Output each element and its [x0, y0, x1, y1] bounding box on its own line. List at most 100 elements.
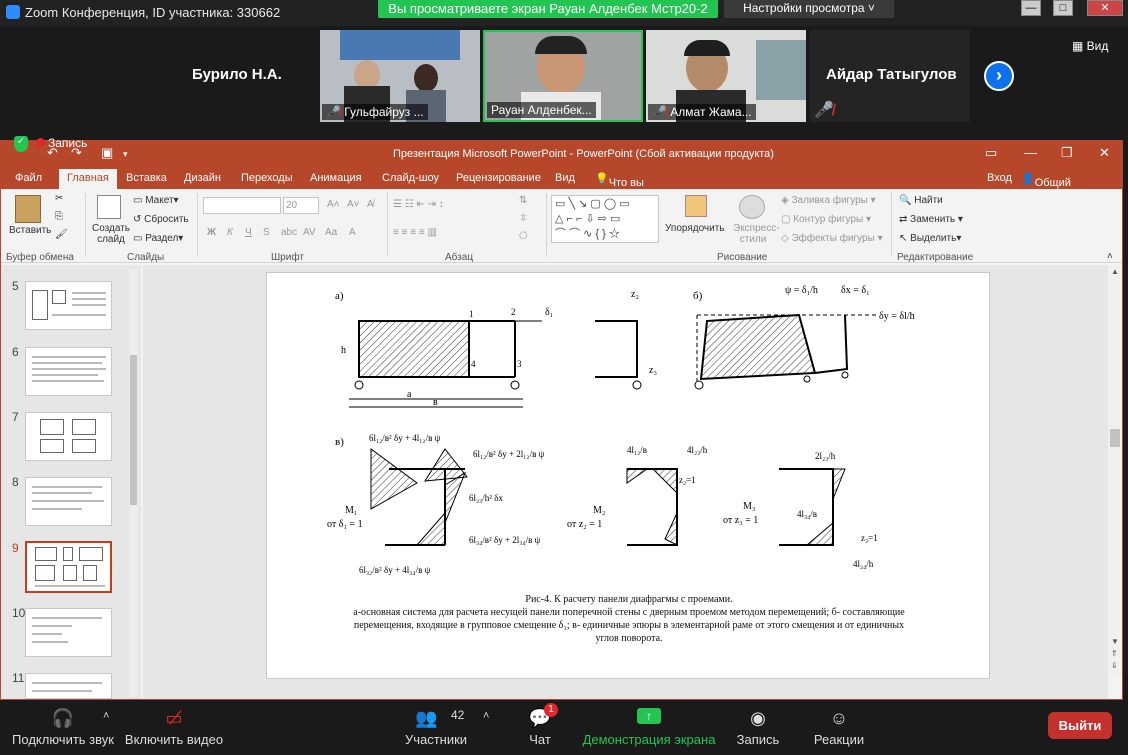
arrange-button[interactable]: Упорядочить — [665, 223, 725, 234]
tab-file[interactable]: Файл — [15, 172, 42, 184]
smartart-icon[interactable]: ⎔ — [519, 231, 528, 242]
tab-home[interactable]: Главная — [59, 169, 117, 189]
video-tile-active-speaker[interactable]: Рауан Алденбек... — [483, 30, 643, 122]
maximize-icon[interactable]: □ — [1053, 0, 1073, 16]
tell-me-box[interactable]: 💡 Что вы хотите сделать? — [595, 172, 656, 213]
next-page-arrow-icon[interactable]: › — [984, 61, 1014, 91]
slide-thumbnail[interactable] — [25, 412, 112, 461]
section-button[interactable]: ▭ Раздел▾ — [133, 233, 183, 244]
paste-icon[interactable] — [15, 195, 41, 223]
ppt-close-icon[interactable]: ✕ — [1099, 145, 1110, 161]
participants-button[interactable]: 👥 42 Участники — [396, 700, 476, 755]
scroll-up-icon[interactable]: ▲ — [1111, 267, 1119, 276]
text-direction-icon[interactable]: ⇅ — [519, 195, 527, 206]
ppt-restore-icon[interactable]: ❐ — [1061, 145, 1073, 161]
new-slide-icon[interactable] — [97, 195, 121, 219]
format-painter-icon[interactable]: 🖌 — [55, 229, 68, 240]
find-button[interactable]: 🔍 Найти — [899, 195, 943, 206]
font-color-icon[interactable]: A — [349, 227, 356, 238]
font-size-input[interactable]: 20 — [283, 197, 319, 214]
underline-icon[interactable]: Ч — [245, 227, 252, 238]
char-spacing-icon[interactable]: AV — [303, 227, 316, 238]
decrease-font-icon[interactable]: A˅ — [347, 199, 360, 210]
scroll-thumb[interactable] — [1110, 429, 1120, 447]
copy-icon[interactable]: ⎘ — [55, 211, 63, 222]
tab-view[interactable]: Вид — [555, 172, 575, 184]
paste-button[interactable]: Вставить — [9, 225, 51, 236]
audio-options-chevron-icon[interactable]: ˄ — [103, 710, 109, 722]
participants-options-chevron-icon[interactable]: ˄ — [483, 710, 489, 722]
recording-indicator[interactable]: Запись — [36, 136, 87, 150]
shapes-gallery[interactable]: ▭ ╲ ↘ ▢ ◯ ▭ △ ⌐ ⌐ ⇩ ⇨ ▭ ⌒ ⌒ ∿ { } ☆ — [551, 195, 659, 243]
bold-icon[interactable]: Ж — [207, 227, 216, 238]
participant-tile[interactable]: Айдар Татыгулов 🎤̸ — [810, 30, 970, 122]
font-name-input[interactable] — [203, 197, 281, 214]
record-button[interactable]: ◉ Запись — [732, 700, 784, 755]
leave-button[interactable]: Выйти — [1048, 712, 1112, 739]
align-icons[interactable]: ≡ ≡ ≡ ≡ ▥ — [393, 227, 437, 238]
cut-icon[interactable]: ✂ — [55, 193, 63, 204]
collapse-ribbon-icon[interactable]: ˄ — [1107, 251, 1113, 262]
shape-effects-button[interactable]: ◇ Эффекты фигуры ▾ — [781, 233, 883, 244]
view-button[interactable]: ▦ Вид — [1072, 39, 1108, 53]
share-button[interactable]: 👤 Общий доступ — [1021, 172, 1071, 201]
chat-button[interactable]: 💬 1 Чат — [514, 700, 566, 755]
tab-transitions[interactable]: Переходы — [241, 172, 293, 184]
tab-insert[interactable]: Вставка — [126, 172, 167, 184]
ppt-minimize-icon[interactable]: — — [1024, 145, 1037, 160]
scroll-down-icon[interactable]: ▼ — [1111, 637, 1119, 646]
shadow-icon[interactable]: S — [263, 227, 270, 238]
bullets-icon[interactable]: ☰ ☷ ⇤ ⇥ ↕ — [393, 199, 444, 210]
slide-number: 10 — [12, 606, 26, 620]
shape-fill-button[interactable]: ◈ Заливка фигуры ▾ — [781, 195, 876, 206]
slides-pane-scrollbar[interactable] — [129, 269, 138, 697]
join-audio-button[interactable]: 🎧 Подключить звук — [8, 700, 118, 755]
slide-thumbnail[interactable] — [25, 477, 112, 526]
tab-slideshow[interactable]: Слайд-шоу — [382, 172, 439, 184]
ribbon-display-icon[interactable]: ▭ — [985, 145, 997, 161]
increase-font-icon[interactable]: A˄ — [327, 199, 340, 210]
reactions-button[interactable]: ☺ Реакции — [808, 700, 870, 755]
video-tile[interactable]: 🎤̸ Гульфайруз ... — [320, 30, 480, 122]
close-icon[interactable]: ✕ — [1087, 0, 1123, 16]
start-slideshow-icon[interactable]: ▣ — [101, 145, 113, 161]
tab-design[interactable]: Дизайн — [184, 172, 221, 184]
reset-button[interactable]: ↺ Сбросить — [133, 214, 189, 225]
strikethrough-icon[interactable]: abc — [281, 227, 297, 238]
shape-outline-button[interactable]: ▢ Контур фигуры ▾ — [781, 214, 871, 225]
start-video-button[interactable]: ▭̸ Включить видео — [122, 700, 226, 755]
video-tile[interactable]: 🎤̸ Алмат Жама... — [646, 30, 806, 122]
editor-scrollbar[interactable]: ▲ ▼ ⇑ ⇓ — [1108, 265, 1122, 675]
slide-thumbnail-selected[interactable] — [25, 541, 112, 593]
slide-thumbnail[interactable] — [25, 281, 112, 330]
new-slide-button[interactable]: Создать слайд — [91, 223, 131, 245]
headphones-icon: 🎧 — [51, 708, 75, 728]
slide-thumbnail[interactable] — [25, 347, 112, 396]
minimize-icon[interactable]: — — [1021, 0, 1041, 16]
tab-review[interactable]: Рецензирование — [456, 172, 541, 184]
quick-styles-icon[interactable] — [739, 195, 765, 219]
align-text-icon[interactable]: ⇳ — [519, 213, 527, 224]
clear-formatting-icon[interactable]: A̸ — [367, 199, 374, 210]
share-screen-button[interactable]: ↑ Демонстрация экрана — [583, 700, 715, 755]
prev-slide-icon[interactable]: ⇑ — [1111, 649, 1118, 658]
encryption-shield-icon[interactable]: ✓ — [14, 136, 28, 152]
sign-in-link[interactable]: Вход — [987, 172, 1012, 184]
slide-number-selected: 9 — [12, 541, 19, 555]
quick-styles-button[interactable]: Экспресс-стили — [733, 223, 780, 245]
slide-thumbnail[interactable] — [25, 608, 112, 657]
italic-icon[interactable]: К — [227, 227, 233, 238]
layout-button[interactable]: ▭ Макет▾ — [133, 195, 179, 206]
change-case-icon[interactable]: Aa — [325, 227, 337, 238]
slide-canvas[interactable]: а) б) в) h a в 1 2 3 4 δ₁ z₂ z₃ ψ = δ₁/h… — [266, 272, 990, 679]
select-button[interactable]: ↖ Выделить▾ — [899, 233, 961, 244]
quick-access-dropdown-icon[interactable]: ▾ — [123, 149, 128, 160]
tab-animations[interactable]: Анимация — [310, 172, 362, 184]
fig-m3b: от z₃ = 1 — [723, 515, 758, 526]
replace-button[interactable]: ⇄ Заменить ▾ — [899, 214, 963, 225]
slide-thumbnail[interactable] — [25, 673, 112, 699]
next-slide-icon[interactable]: ⇓ — [1111, 661, 1118, 670]
arrange-icon[interactable] — [685, 195, 707, 217]
view-options-button[interactable]: Настройки просмотра ˅ — [724, 0, 894, 18]
caption-title: Рис-4. К расчету панели диафрагмы с прое… — [525, 594, 733, 605]
